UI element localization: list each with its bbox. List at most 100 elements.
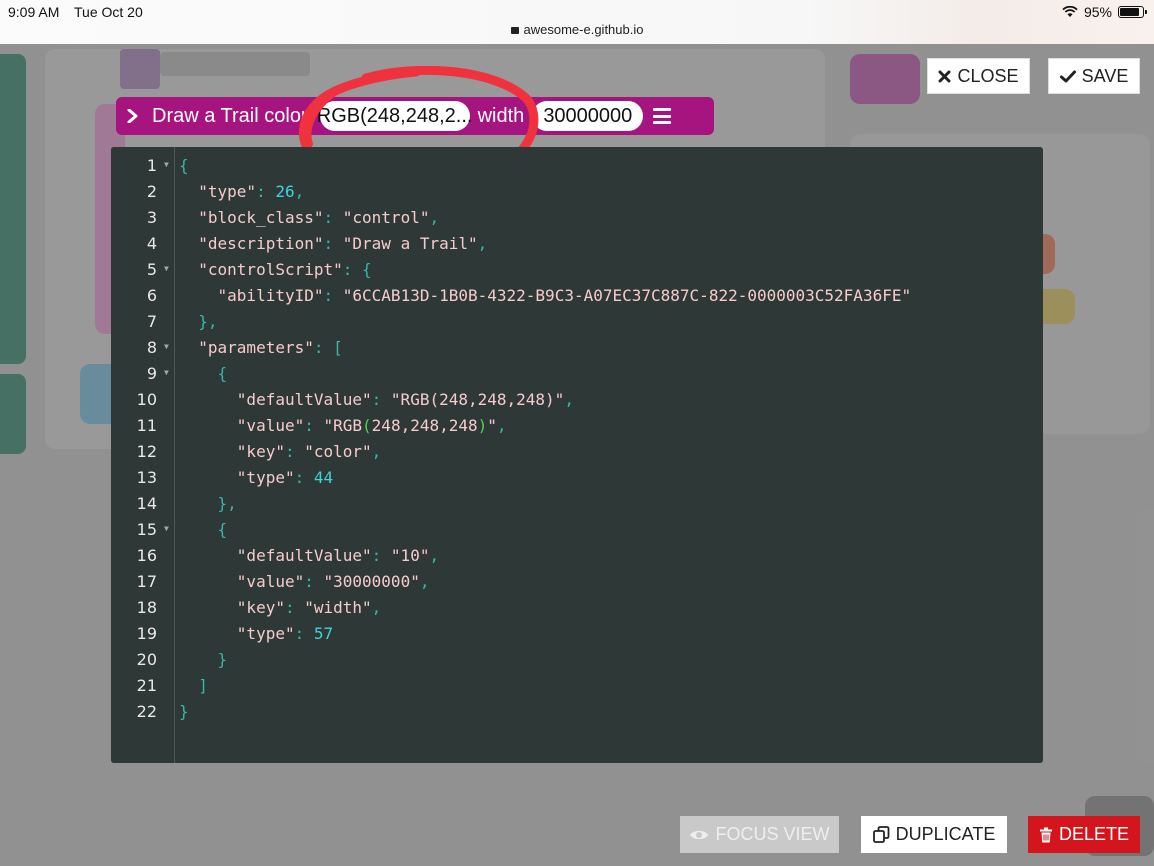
code-line[interactable]: 19 "type": 57 — [111, 624, 1043, 650]
wifi-icon — [1062, 6, 1078, 17]
status-bar: 9:09 AM Tue Oct 20 awesome-e.github.io 9… — [0, 0, 1154, 44]
line-number: 8 — [146, 338, 157, 357]
line-number: 10 — [136, 390, 157, 409]
close-icon — [938, 70, 951, 82]
code-text: "defaultValue": "RGB(248,248,248)", — [236, 390, 574, 409]
line-number: 1 — [146, 156, 157, 175]
code-line[interactable]: 7 }, — [111, 312, 1043, 338]
code-text: "type": 57 — [236, 624, 334, 643]
code-text: { — [217, 364, 228, 383]
code-text: "block_class": "control", — [198, 208, 440, 227]
fold-arrow-icon[interactable]: ▼ — [164, 160, 169, 169]
eye-icon — [690, 830, 709, 839]
fold-arrow-icon[interactable]: ▼ — [164, 342, 169, 351]
code-line[interactable]: 4 "description": "Draw a Trail", — [111, 234, 1043, 260]
line-number: 17 — [136, 572, 157, 591]
status-date: Tue Oct 20 — [74, 4, 143, 20]
code-line[interactable]: 14 }, — [111, 494, 1043, 520]
code-text: "type": 44 — [236, 468, 334, 487]
code-line[interactable]: 18 "key": "width", — [111, 598, 1043, 624]
line-number: 22 — [136, 702, 157, 721]
code-line[interactable]: 22} — [111, 702, 1043, 728]
code-line[interactable]: 13 "type": 44 — [111, 468, 1043, 494]
line-number: 2 — [146, 182, 157, 201]
code-line[interactable]: 20 } — [111, 650, 1043, 676]
code-line[interactable]: 8 ▼ "parameters": [ — [111, 338, 1043, 364]
checkmark-icon — [1059, 70, 1076, 82]
code-line[interactable]: 11 "value": "RGB(248,248,248)", — [111, 416, 1043, 442]
code-text: } — [179, 702, 189, 721]
code-line[interactable]: 2 "type": 26, — [111, 182, 1043, 208]
battery-icon — [1118, 6, 1147, 18]
line-number: 14 — [136, 494, 157, 513]
code-line[interactable]: 1 ▼ { — [111, 156, 1043, 182]
block-title: Draw a Trail color — [152, 104, 308, 127]
code-text: { — [179, 156, 189, 175]
code-text: "abilityID": "6CCAB13D-1B0B-4322-B9C3-A0… — [217, 286, 912, 305]
code-line[interactable]: 3 "block_class": "control", — [111, 208, 1043, 234]
code-text: "key": "color", — [236, 442, 382, 461]
address-bar[interactable]: awesome-e.github.io — [0, 22, 1154, 37]
line-number: 11 — [136, 416, 157, 435]
line-number: 21 — [136, 676, 157, 695]
battery-percent: 95% — [1083, 4, 1112, 20]
code-text: ] — [198, 676, 208, 695]
line-number: 18 — [136, 598, 157, 617]
code-line[interactable]: 6 "abilityID": "6CCAB13D-1B0B-4322-B9C3-… — [111, 286, 1043, 312]
focus-view-button[interactable]: FOCUS VIEW — [680, 816, 839, 853]
code-line[interactable]: 10 "defaultValue": "RGB(248,248,248)", — [111, 390, 1043, 416]
code-text: "type": 26, — [198, 182, 305, 201]
code-line[interactable]: 16 "defaultValue": "10", — [111, 546, 1043, 572]
line-number: 4 — [146, 234, 157, 253]
code-text: "value": "30000000", — [236, 572, 430, 591]
save-button[interactable]: SAVE — [1048, 58, 1140, 94]
line-number: 12 — [136, 442, 157, 461]
width-parameter-pill[interactable]: 30000000 — [532, 101, 644, 131]
fold-arrow-icon[interactable]: ▼ — [164, 368, 169, 377]
code-text: "parameters": [ — [198, 338, 343, 357]
block-header[interactable]: Draw a Trail color RGB(248,248,2... widt… — [116, 97, 714, 135]
status-time: 9:09 AM — [8, 4, 60, 20]
line-number: 3 — [146, 208, 157, 227]
code-text: "value": "RGB(248,248,248)", — [236, 416, 507, 435]
code-text: "defaultValue": "10", — [236, 546, 440, 565]
copy-icon — [872, 826, 890, 843]
line-number: 13 — [136, 468, 157, 487]
hamburger-menu-icon[interactable] — [653, 108, 672, 124]
width-label: width — [477, 104, 525, 127]
color-parameter-pill[interactable]: RGB(248,248,2... — [317, 101, 472, 131]
delete-label: DELETE — [1058, 824, 1130, 844]
status-indicators: 95% — [1062, 4, 1147, 20]
code-line[interactable]: 5 ▼ "controlScript": { — [111, 260, 1043, 286]
code-text: }, — [198, 312, 218, 331]
close-label: CLOSE — [957, 65, 1019, 86]
line-number: 16 — [136, 546, 157, 565]
code-line[interactable]: 17 "value": "30000000", — [111, 572, 1043, 598]
line-number: 6 — [146, 286, 157, 305]
fold-arrow-icon[interactable]: ▼ — [164, 264, 169, 273]
chevron-right-icon[interactable] — [126, 109, 140, 123]
code-text: { — [217, 520, 228, 539]
code-line[interactable]: 15 ▼ { — [111, 520, 1043, 546]
code-line[interactable]: 12 "key": "color", — [111, 442, 1043, 468]
duplicate-label: DUPLICATE — [895, 824, 996, 844]
code-text: }, — [217, 494, 237, 513]
duplicate-button[interactable]: DUPLICATE — [861, 816, 1007, 853]
line-number: 15 — [136, 520, 157, 539]
line-number: 20 — [136, 650, 157, 669]
code-text: "controlScript": { — [198, 260, 372, 279]
delete-button[interactable]: DELETE — [1028, 816, 1140, 853]
line-number: 5 — [146, 260, 157, 279]
focus-view-label: FOCUS VIEW — [715, 824, 830, 844]
code-text: "key": "width", — [236, 598, 382, 617]
code-line[interactable]: 9 ▼ { — [111, 364, 1043, 390]
close-button[interactable]: CLOSE — [927, 58, 1030, 94]
line-number: 19 — [136, 624, 157, 643]
save-label: SAVE — [1081, 65, 1129, 86]
fold-arrow-icon[interactable]: ▼ — [164, 524, 169, 533]
code-line[interactable]: 21 ] — [111, 676, 1043, 702]
json-code-editor[interactable]: 1 ▼{2 "type": 26, 3 "block_class": "contro… — [111, 147, 1043, 763]
code-text: "description": "Draw a Trail", — [198, 234, 488, 253]
lock-icon — [510, 27, 519, 34]
line-number: 7 — [146, 312, 157, 331]
